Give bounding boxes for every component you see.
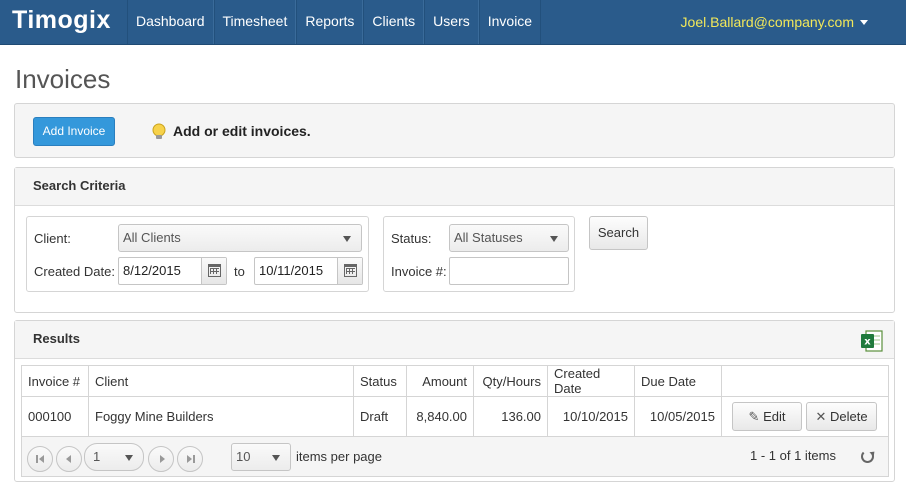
col-amount[interactable]: Amount: [406, 365, 474, 397]
prev-page-button[interactable]: [56, 446, 82, 472]
chevron-left-icon: [66, 455, 71, 463]
refresh-icon[interactable]: [861, 450, 874, 463]
table-header-row: Invoice # Client Status Amount Qty/Hours…: [21, 365, 889, 397]
chevron-down-icon[interactable]: [860, 20, 868, 25]
main-nav: Dashboard Timesheet Reports Clients User…: [127, 0, 542, 44]
col-invoice[interactable]: Invoice #: [21, 365, 89, 397]
status-label: Status:: [391, 231, 432, 246]
edit-label: Edit: [763, 409, 786, 424]
date-to-label: to: [234, 264, 245, 279]
col-due[interactable]: Due Date: [634, 365, 722, 397]
top-navbar: Timogix Dashboard Timesheet Reports Clie…: [0, 0, 906, 45]
page-select[interactable]: 1: [84, 443, 144, 471]
nav-invoice[interactable]: Invoice: [478, 0, 542, 44]
calendar-icon: [208, 264, 221, 277]
results-table: Invoice # Client Status Amount Qty/Hours…: [21, 365, 889, 437]
first-page-button[interactable]: [27, 446, 53, 472]
col-client[interactable]: Client: [88, 365, 354, 397]
brand-logo[interactable]: Timogix: [12, 6, 111, 35]
nav-clients[interactable]: Clients: [363, 0, 425, 44]
invoice-number-label: Invoice #:: [391, 264, 447, 279]
calendar-button[interactable]: [337, 258, 362, 284]
pencil-icon: ✎: [748, 409, 760, 424]
items-per-page-label: items per page: [296, 449, 382, 464]
dropdown-arrow-icon: [550, 236, 558, 242]
results-heading: Results: [15, 321, 894, 359]
edit-button[interactable]: ✎ Edit: [732, 402, 802, 431]
calendar-icon: [344, 264, 357, 277]
table-row[interactable]: 000100 Foggy Mine Builders Draft 8,840.0…: [21, 396, 889, 437]
created-date-label: Created Date:: [34, 264, 115, 279]
page-size-value: 10: [236, 449, 251, 464]
lightbulb-icon: [152, 123, 166, 139]
nav-reports[interactable]: Reports: [296, 0, 364, 44]
cell-amount: 8,840.00: [406, 396, 474, 437]
cell-actions: ✎ Edit ✕ Delete: [721, 396, 889, 437]
col-qty[interactable]: Qty/Hours: [473, 365, 548, 397]
col-created[interactable]: Created Date: [547, 365, 635, 397]
last-page-button[interactable]: [177, 446, 203, 472]
pager-summary: 1 - 1 of 1 items: [750, 448, 836, 463]
next-page-button[interactable]: [148, 446, 174, 472]
status-invoice-group: Status: All Statuses Invoice #:: [383, 216, 575, 292]
col-actions: [721, 365, 889, 397]
invoice-number-input[interactable]: [449, 257, 569, 285]
col-status[interactable]: Status: [353, 365, 407, 397]
svg-text:x: x: [864, 337, 871, 348]
user-email: Joel.Ballard@company.com: [680, 14, 854, 30]
dropdown-arrow-icon: [272, 455, 280, 461]
dropdown-arrow-icon: [125, 455, 133, 461]
chevron-right-icon: [160, 455, 165, 463]
date-to-value: 10/11/2015: [259, 263, 324, 278]
user-menu[interactable]: Joel.Ballard@company.com: [681, 14, 854, 30]
first-page-icon: [36, 455, 38, 463]
client-select-value: All Clients: [123, 230, 181, 245]
cell-created: 10/10/2015: [547, 396, 635, 437]
toolbar-tip: Add or edit invoices.: [173, 123, 311, 139]
client-label: Client:: [34, 231, 71, 246]
created-date-from-input[interactable]: 8/12/2015: [118, 257, 227, 285]
search-criteria-panel: Search Criteria Client: All Clients Crea…: [14, 167, 895, 313]
delete-label: Delete: [829, 409, 868, 424]
date-from-value: 8/12/2015: [123, 263, 181, 278]
nav-users[interactable]: Users: [424, 0, 479, 44]
dropdown-arrow-icon: [343, 236, 351, 242]
cell-due: 10/05/2015: [634, 396, 722, 437]
status-select-value: All Statuses: [454, 230, 523, 245]
add-invoice-button[interactable]: Add Invoice: [33, 117, 115, 146]
last-page-icon: [187, 455, 192, 463]
created-date-to-input[interactable]: 10/11/2015: [254, 257, 363, 285]
status-select[interactable]: All Statuses: [449, 224, 569, 252]
delete-button[interactable]: ✕ Delete: [806, 402, 877, 431]
cell-status: Draft: [353, 396, 407, 437]
nav-dashboard[interactable]: Dashboard: [127, 0, 214, 44]
close-icon: ✕: [815, 409, 827, 424]
search-button[interactable]: Search: [589, 216, 648, 250]
client-select[interactable]: All Clients: [118, 224, 362, 252]
toolbar-panel: Add Invoice Add or edit invoices.: [14, 103, 895, 158]
cell-invoice: 000100: [21, 396, 89, 437]
calendar-button[interactable]: [201, 258, 226, 284]
pager-bar: 1 10 items per page 1 - 1 of 1 items: [21, 437, 889, 477]
nav-timesheet[interactable]: Timesheet: [213, 0, 297, 44]
cell-client: Foggy Mine Builders: [88, 396, 354, 437]
client-date-group: Client: All Clients Created Date: 8/12/2…: [26, 216, 369, 292]
cell-qty: 136.00: [473, 396, 548, 437]
excel-export-icon[interactable]: x: [860, 329, 884, 353]
page-size-select[interactable]: 10: [231, 443, 291, 471]
page-title: Invoices: [15, 64, 111, 94]
results-panel: Results x Invoice # Client Status Amount…: [14, 320, 895, 482]
page-select-value: 1: [93, 449, 101, 464]
search-criteria-heading: Search Criteria: [15, 168, 894, 206]
